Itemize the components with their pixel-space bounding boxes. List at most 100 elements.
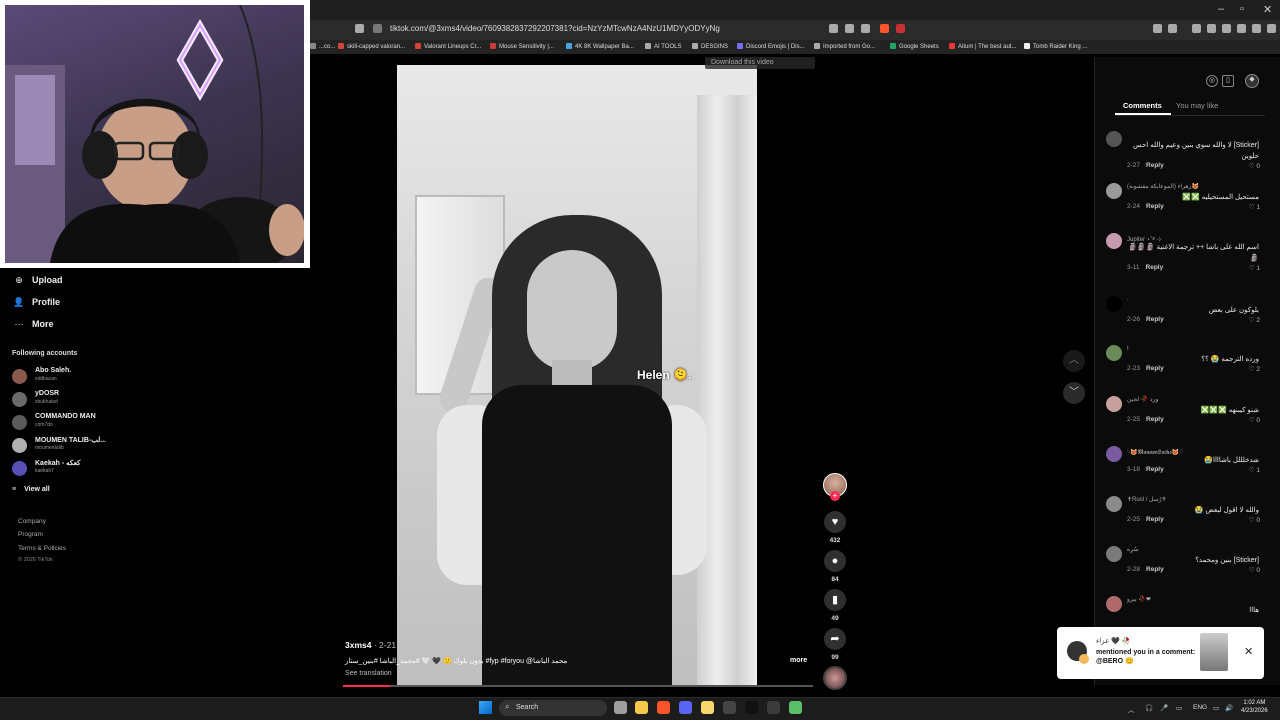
url-text[interactable]: tiktok.com/@3xms4/video/7609382837292207… <box>390 24 720 33</box>
device-icon[interactable]: ▯ <box>1222 75 1234 87</box>
sidebar-item-more[interactable]: ⋯ More <box>12 319 54 330</box>
view-all-link[interactable]: ≡ View all <box>12 486 50 493</box>
avatar[interactable] <box>1106 596 1122 612</box>
avatar[interactable] <box>1106 446 1122 462</box>
terminal-icon[interactable] <box>723 701 736 714</box>
video-progress-bar[interactable] <box>343 685 813 687</box>
comment-username[interactable]: زهراء (الموعابكة مقشوبة)😻 <box>1127 183 1199 190</box>
comment-like-button[interactable]: ♡ 1 <box>1249 466 1260 474</box>
wallet-icon[interactable] <box>1168 24 1177 33</box>
bookmark-item[interactable]: Imported from Go... <box>814 43 875 50</box>
sidebar-item-profile[interactable]: 👤 Profile <box>12 297 60 308</box>
avatar[interactable] <box>1106 131 1122 147</box>
reply-button[interactable]: Reply <box>1146 162 1164 169</box>
bookmark-item[interactable]: Aitum | The best aut... <box>949 43 1016 50</box>
brave-icon[interactable] <box>657 701 670 714</box>
caption-author-line[interactable]: 3xms4 · 2-21 <box>345 640 396 650</box>
taskbar-clock[interactable]: 1:02 AM 4/23/2026 <box>1241 700 1268 715</box>
avatar[interactable] <box>1106 546 1122 562</box>
save-button[interactable]: ▮ <box>824 589 846 611</box>
reply-button[interactable]: Reply <box>1146 264 1164 271</box>
comment-username[interactable]: ✝Rusl / رُسل✝ <box>1127 496 1167 503</box>
bookmark-item[interactable]: 4K 8K Wallpaper Ba... <box>566 43 634 50</box>
notes-icon[interactable] <box>701 701 714 714</box>
previous-video-button[interactable]: ︿ <box>1063 350 1085 372</box>
bookmark-item[interactable]: Google Sheets <box>890 43 939 50</box>
caption-author[interactable]: 3xms4 <box>345 640 371 650</box>
bookmark-item[interactable]: skill-capped valoran... <box>338 43 405 50</box>
minimize-icon[interactable]: – <box>1218 3 1224 15</box>
account-shield-icon[interactable]: ◆ <box>1245 74 1259 88</box>
compass-icon[interactable]: ◎ <box>1206 75 1218 87</box>
avatar[interactable] <box>1106 296 1122 312</box>
tray-app-icon[interactable]: ▭ <box>1176 704 1182 712</box>
windows-start-icon[interactable] <box>479 701 492 714</box>
sidebar-item-upload[interactable]: ⊕ Upload <box>12 275 62 286</box>
cast-icon[interactable] <box>845 24 854 33</box>
comment-like-button[interactable]: ♡ 0 <box>1249 162 1260 170</box>
comment-like-button[interactable]: ♡ 2 <box>1249 365 1260 373</box>
bookmark-item[interactable]: DESGINS <box>692 43 728 50</box>
extension-icon[interactable] <box>1153 24 1162 33</box>
headset-icon[interactable]: 🎧 <box>1145 704 1153 712</box>
reply-button[interactable]: Reply <box>1146 516 1164 523</box>
video-player[interactable]: Helen 🫠. <box>397 65 757 686</box>
maximize-icon[interactable]: ▫ <box>1240 3 1244 15</box>
explorer-icon[interactable] <box>635 701 648 714</box>
reply-button[interactable]: Reply <box>1146 416 1164 423</box>
reply-button[interactable]: Reply <box>1146 316 1164 323</box>
close-window-icon[interactable]: ✕ <box>1263 3 1272 16</box>
sidebar-toggle-icon[interactable] <box>1207 24 1216 33</box>
footer-company[interactable]: Company <box>18 518 46 525</box>
reply-button[interactable]: Reply <box>1146 203 1164 210</box>
footer-terms[interactable]: Terms & Policies <box>18 545 66 552</box>
music-icon[interactable] <box>1192 24 1201 33</box>
vpn-icon[interactable] <box>1252 24 1261 33</box>
download-video-pill[interactable]: Download this video <box>705 57 815 69</box>
reply-button[interactable]: Reply <box>1146 466 1164 473</box>
comment-like-button[interactable]: ♡ 2 <box>1249 316 1260 324</box>
avatar[interactable] <box>1106 396 1122 412</box>
comment-like-button[interactable]: ♡ 1 <box>1249 264 1260 272</box>
rewards-icon[interactable] <box>896 24 905 33</box>
footer-program[interactable]: Program <box>18 531 43 538</box>
downloads-icon[interactable] <box>1222 24 1231 33</box>
discord-icon[interactable] <box>679 701 692 714</box>
avatar[interactable] <box>1106 233 1122 249</box>
bookmark-icon[interactable] <box>355 24 364 33</box>
mention-notification[interactable]: عزاء 🖤 🥀 mentioned you in a comment: @BE… <box>1057 627 1264 679</box>
see-translation-link[interactable]: See translation <box>345 670 392 677</box>
mute-icon[interactable] <box>829 24 838 33</box>
next-video-button[interactable]: ﹀ <box>1063 382 1085 404</box>
comment-username[interactable]: . <box>1127 296 1129 302</box>
reply-button[interactable]: Reply <box>1146 566 1164 573</box>
avatar[interactable] <box>1106 496 1122 512</box>
avatar[interactable] <box>1106 183 1122 199</box>
taskbar-search[interactable]: Search <box>499 700 607 716</box>
language-indicator[interactable]: ENG <box>1193 704 1207 711</box>
menu-icon[interactable] <box>1267 24 1276 33</box>
reply-button[interactable]: Reply <box>1146 365 1164 372</box>
file-icon[interactable] <box>614 701 627 714</box>
network-icon[interactable]: ▭ <box>1213 704 1219 712</box>
close-icon[interactable]: ✕ <box>1244 645 1253 658</box>
share-page-icon[interactable] <box>861 24 870 33</box>
bookmark-item[interactable]: AI TOOLS <box>645 43 681 50</box>
bookmark-item[interactable]: Mouse Sensitivity |... <box>490 43 554 50</box>
share-button[interactable]: ➦ <box>824 628 846 650</box>
bookmark-item[interactable]: Tomb Raider King ... <box>1024 43 1087 50</box>
tray-chevron-icon[interactable]: ︿ <box>1128 704 1135 714</box>
comment-username[interactable]: بيرو 🥀❤ <box>1127 596 1151 603</box>
comment-button[interactable]: ● <box>824 550 846 572</box>
comment-like-button[interactable]: ♡ 1 <box>1249 203 1260 211</box>
mic-icon[interactable]: 🎤 <box>1160 704 1168 712</box>
like-button[interactable]: ♥ <box>824 511 846 533</box>
comment-like-button[interactable]: ♡ 0 <box>1249 566 1260 574</box>
volume-icon[interactable]: 🔊 <box>1225 704 1233 712</box>
obs-icon[interactable] <box>767 701 780 714</box>
caption-more-link[interactable]: more <box>790 657 807 664</box>
comment-like-button[interactable]: ♡ 0 <box>1249 516 1260 524</box>
site-info-icon[interactable] <box>373 24 382 33</box>
tab-comments[interactable]: Comments <box>1123 101 1162 110</box>
bookmark-item[interactable]: ...co... <box>310 43 335 50</box>
